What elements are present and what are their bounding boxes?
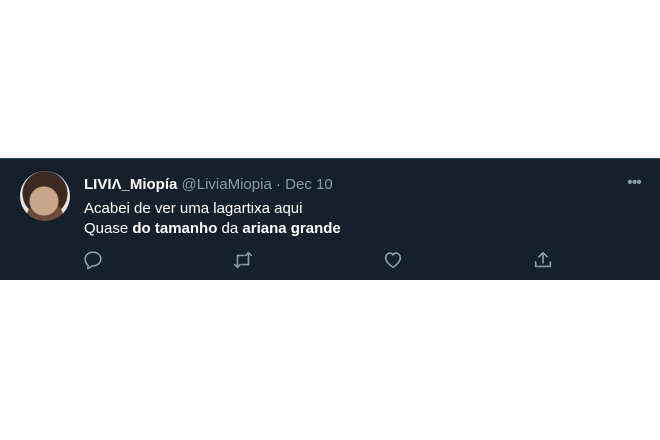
avatar[interactable] — [20, 171, 70, 221]
tweet-date[interactable]: Dec 10 — [285, 176, 333, 193]
more-icon[interactable]: ••• — [622, 173, 646, 193]
tweet-actions — [82, 249, 562, 273]
user-handle[interactable]: @LiviaMiopia — [182, 176, 272, 193]
like-icon[interactable] — [382, 249, 404, 271]
tweet-line-2-part-2: da — [217, 220, 243, 237]
share-icon[interactable] — [532, 249, 554, 271]
tweet-line-2-bold-2: ariana grande — [242, 220, 341, 237]
reply-icon[interactable] — [82, 249, 104, 271]
tweet-line-2-bold-1: do tamanho — [132, 220, 218, 237]
tweet-header: LIVIΛ_Miopía @LiviaMiopia · Dec 10 — [84, 175, 333, 195]
separator: · — [275, 176, 281, 193]
tweet-line-2-part-1: Quase — [84, 220, 133, 237]
display-name[interactable]: LIVIΛ_Miopía — [84, 176, 177, 193]
tweet-line-1: Acabei de ver uma lagartixa aqui — [84, 200, 303, 217]
tweet-card[interactable]: LIVIΛ_Miopía @LiviaMiopia · Dec 10 ••• A… — [0, 158, 660, 280]
tweet-text: Acabei de ver uma lagartixa aqui Quase d… — [84, 199, 341, 239]
tweet-line-2: Quase do tamanho da ariana grande — [84, 219, 341, 239]
retweet-icon[interactable] — [232, 249, 254, 271]
